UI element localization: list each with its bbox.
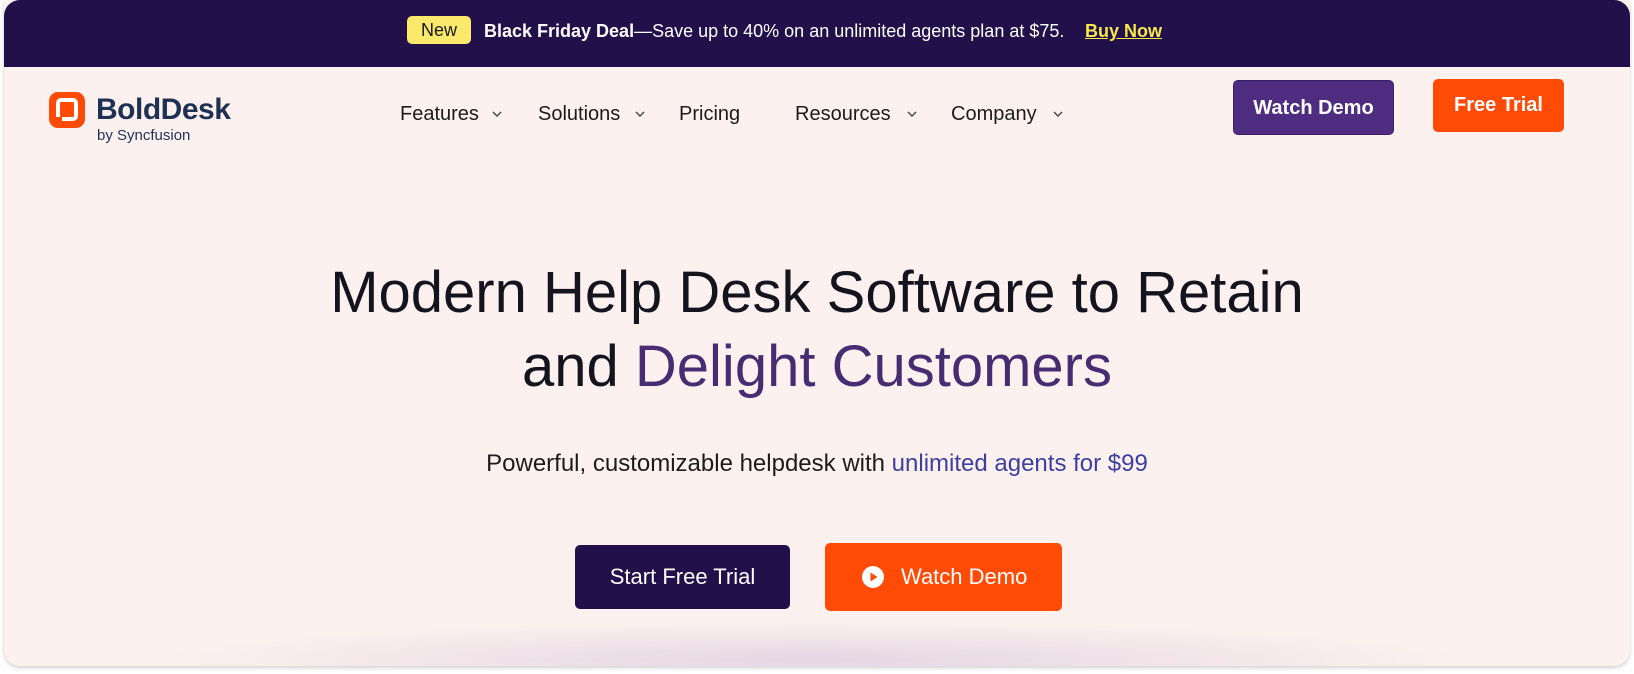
nav-solutions-label: Solutions [538,103,621,125]
hero-subtitle-plain: Powerful, customizable helpdesk with [486,450,892,477]
logo-subtitle: by Syncfusion [97,127,191,144]
logo-wordmark: BoldDesk [96,91,231,129]
nav-resources-label: Resources [795,103,891,125]
deal-text: Black Friday Deal—Save up to 40% on an u… [484,18,1064,44]
hero-watch-demo-button[interactable]: Watch Demo [825,543,1062,611]
hero-subtitle-accent: unlimited agents for $99 [891,450,1148,477]
nav-solutions[interactable]: Solutions [538,101,645,127]
chevron-down-icon [635,111,645,117]
buy-now-link[interactable]: Buy Now [1085,18,1162,44]
nav-company[interactable]: Company [951,101,1063,127]
logo-word-rest: Desk [160,93,231,126]
hero-title-line1: Modern Help Desk Software to Retain [330,260,1304,325]
header-watch-demo-button[interactable]: Watch Demo [1233,80,1394,135]
nav-pricing-label: Pricing [679,103,741,125]
deal-description: —Save up to 40% on an unlimited agents p… [634,21,1065,41]
nav-company-label: Company [951,103,1037,125]
bottom-glow [144,620,1484,666]
hero-title-line2-plain: and [522,334,635,399]
page-frame: New Black Friday Deal—Save up to 40% on … [4,0,1630,666]
chevron-down-icon [1053,111,1063,117]
new-badge: New [407,16,471,44]
deal-title: Black Friday Deal [484,21,635,41]
hero-title: Modern Help Desk Software to Retain and … [4,256,1630,404]
hero-watch-demo-label: Watch Demo [901,564,1028,589]
hero-subtitle: Powerful, customizable helpdesk with unl… [4,449,1630,479]
start-free-trial-button[interactable]: Start Free Trial [575,545,790,609]
nav-resources[interactable]: Resources [795,101,917,127]
nav-features[interactable]: Features [400,101,502,127]
chevron-down-icon [907,111,917,117]
chevron-down-icon [492,111,502,117]
bolddesk-logo-icon [49,92,85,128]
nav-pricing[interactable]: Pricing [679,101,740,127]
nav-features-label: Features [400,103,479,125]
bolddesk-logo[interactable]: BoldDesk by Syncfusion [48,91,258,147]
header-free-trial-button[interactable]: Free Trial [1433,79,1564,132]
play-icon [862,566,884,588]
logo-word-bold: Bold [96,93,161,126]
promo-banner: New Black Friday Deal—Save up to 40% on … [4,0,1630,67]
hero-title-accent: Delight Customers [634,334,1112,399]
